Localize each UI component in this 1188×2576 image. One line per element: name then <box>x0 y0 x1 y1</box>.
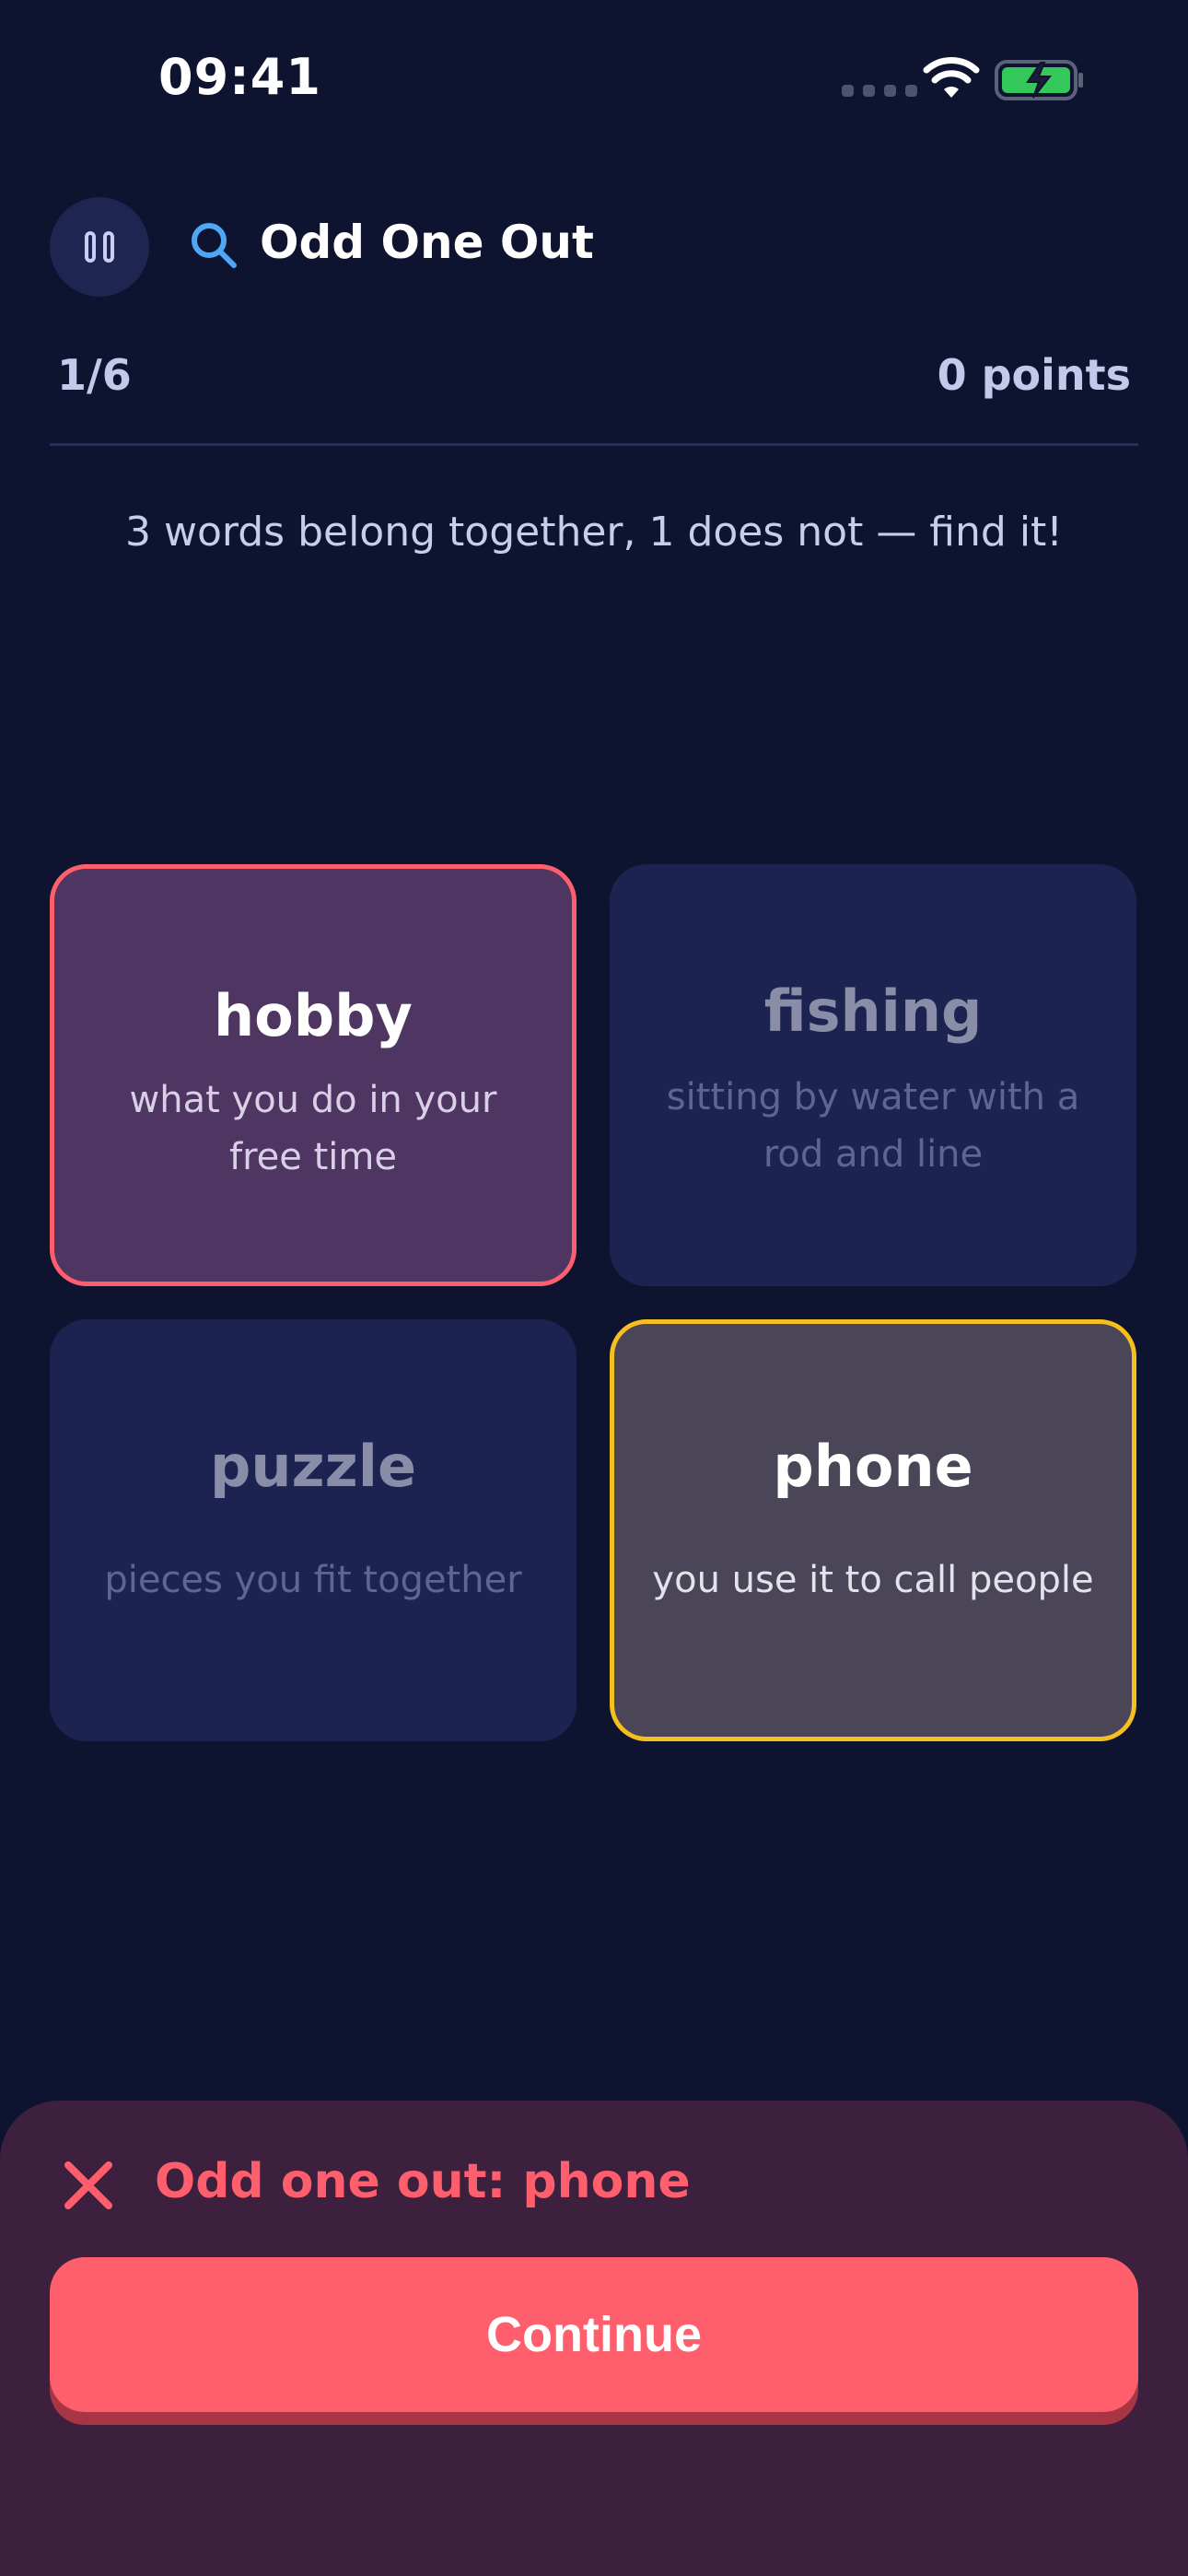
card-word: hobby <box>214 982 413 1049</box>
card-hint: sitting by water with a rod and line <box>666 1076 1080 1176</box>
continue-button[interactable]: Continue <box>50 2257 1138 2412</box>
app-screen: 09:41 Odd One Out 1/6 0 points 3 words b… <box>0 0 1188 2576</box>
word-card-hobby[interactable]: hobby what you do in your free time <box>50 864 577 1286</box>
status-time: 09:41 <box>158 48 321 106</box>
search-icon <box>192 223 237 268</box>
battery-charging-icon <box>995 60 1083 100</box>
divider <box>50 443 1138 446</box>
card-word: fishing <box>763 978 983 1045</box>
word-card-puzzle[interactable]: puzzle pieces you fit together <box>50 1319 577 1741</box>
card-hint: you use it to call people <box>652 1559 1094 1601</box>
signal-icon <box>842 85 917 97</box>
card-hint: pieces you fit together <box>104 1559 522 1601</box>
wifi-icon <box>923 57 980 98</box>
x-icon <box>64 2161 112 2209</box>
question-progress: 1/6 <box>57 350 132 400</box>
status-bar: 09:41 <box>0 0 1188 166</box>
card-word: phone <box>773 1433 973 1500</box>
card-hint: what you do in your free time <box>129 1079 497 1178</box>
points-counter: 0 points <box>937 350 1131 400</box>
card-word: puzzle <box>210 1433 416 1500</box>
pause-button[interactable] <box>50 197 149 297</box>
feedback-message: Odd one out: phone <box>155 2154 691 2209</box>
game-title: Odd One Out <box>260 216 594 269</box>
instructions-text: 3 words belong together, 1 does not — fi… <box>125 509 1063 556</box>
pause-icon <box>85 231 114 263</box>
word-card-phone[interactable]: phone you use it to call people <box>610 1319 1136 1741</box>
word-card-fishing[interactable]: fishing sitting by water with a rod and … <box>610 864 1136 1286</box>
